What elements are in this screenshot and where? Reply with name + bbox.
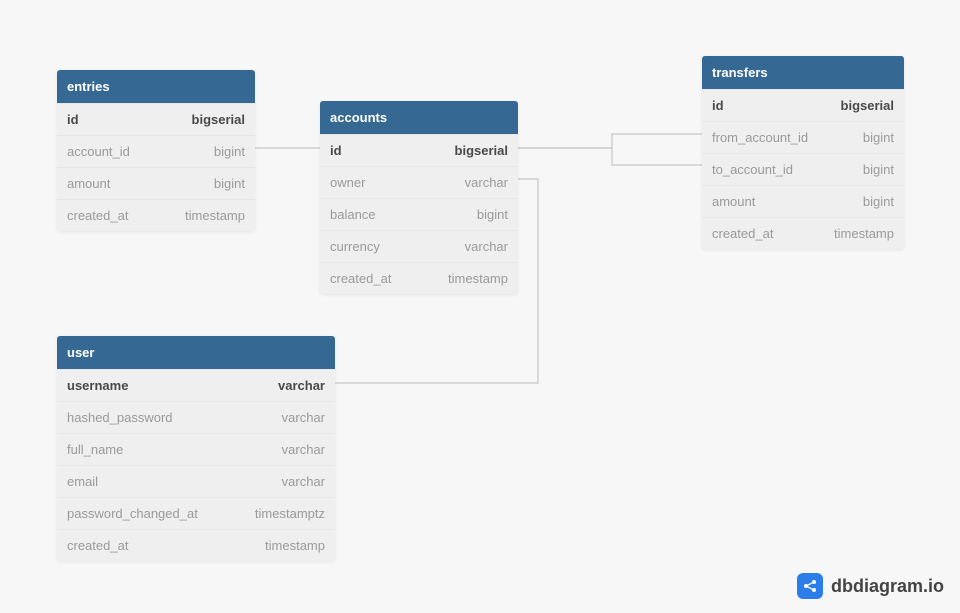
column-name: amount: [712, 194, 755, 209]
column-type: bigint: [863, 162, 894, 177]
column-type: timestamptz: [255, 506, 325, 521]
table-header[interactable]: user: [57, 336, 335, 369]
column-name: email: [67, 474, 98, 489]
column-name: balance: [330, 207, 376, 222]
column-type: timestamp: [834, 226, 894, 241]
column-name: id: [712, 98, 724, 113]
column-name: password_changed_at: [67, 506, 198, 521]
table-transfers[interactable]: transfersidbigserialfrom_account_idbigin…: [702, 56, 904, 249]
table-header[interactable]: accounts: [320, 101, 518, 134]
table-header[interactable]: transfers: [702, 56, 904, 89]
column-type: bigserial: [192, 112, 245, 127]
column-type: timestamp: [185, 208, 245, 223]
table-entries[interactable]: entriesidbigserialaccount_idbigintamount…: [57, 70, 255, 231]
column-row[interactable]: created_at timestamp: [320, 262, 518, 294]
column-type: timestamp: [448, 271, 508, 286]
table-accounts[interactable]: accounts id bigserial owner varchar balance bi…: [320, 101, 518, 294]
column-type: timestamp: [265, 538, 325, 553]
column-name: created_at: [67, 208, 128, 223]
column-name: username: [67, 378, 128, 393]
column-row[interactable]: owner varchar: [320, 166, 518, 198]
column-row[interactable]: id bigserial: [702, 89, 904, 121]
share-icon: [797, 573, 823, 599]
column-row[interactable]: from_account_id bigint: [702, 121, 904, 153]
column-type: bigserial: [455, 143, 508, 158]
branding-label: dbdiagram.io: [831, 576, 944, 597]
column-name: created_at: [712, 226, 773, 241]
column-row[interactable]: id bigserial: [320, 134, 518, 166]
column-row[interactable]: account_id bigint: [57, 135, 255, 167]
column-name: owner: [330, 175, 365, 190]
column-row[interactable]: id bigserial: [57, 103, 255, 135]
column-name: currency: [330, 239, 380, 254]
column-row[interactable]: amount bigint: [702, 185, 904, 217]
column-name: account_id: [67, 144, 130, 159]
column-type: varchar: [282, 410, 325, 425]
column-name: amount: [67, 176, 110, 191]
column-type: bigint: [477, 207, 508, 222]
column-row[interactable]: full_name varchar: [57, 433, 335, 465]
column-row[interactable]: username varchar: [57, 369, 335, 401]
column-name: created_at: [67, 538, 128, 553]
column-row[interactable]: created_at timestamp: [57, 199, 255, 231]
column-row[interactable]: hashed_password varchar: [57, 401, 335, 433]
column-row[interactable]: amount bigint: [57, 167, 255, 199]
column-row[interactable]: password_changed_at timestamptz: [57, 497, 335, 529]
column-name: full_name: [67, 442, 123, 457]
column-type: varchar: [465, 175, 508, 190]
column-row[interactable]: to_account_id bigint: [702, 153, 904, 185]
table-header[interactable]: entries: [57, 70, 255, 103]
table-user[interactable]: userusernamevarcharhashed_passwordvarcha…: [57, 336, 335, 561]
column-row[interactable]: created_at timestamp: [702, 217, 904, 249]
column-name: to_account_id: [712, 162, 793, 177]
column-type: varchar: [282, 474, 325, 489]
column-type: varchar: [282, 442, 325, 457]
column-type: bigint: [863, 130, 894, 145]
column-name: id: [67, 112, 79, 127]
column-row[interactable]: currency varchar: [320, 230, 518, 262]
column-name: from_account_id: [712, 130, 808, 145]
branding-watermark: dbdiagram.io: [797, 573, 944, 599]
column-type: bigserial: [841, 98, 894, 113]
column-type: varchar: [465, 239, 508, 254]
column-name: hashed_password: [67, 410, 173, 425]
column-row[interactable]: email varchar: [57, 465, 335, 497]
column-name: id: [330, 143, 342, 158]
column-row[interactable]: created_at timestamp: [57, 529, 335, 561]
column-row[interactable]: balance bigint: [320, 198, 518, 230]
column-type: bigint: [214, 144, 245, 159]
column-type: bigint: [863, 194, 894, 209]
column-type: bigint: [214, 176, 245, 191]
diagram-canvas[interactable]: entriesidbigserialaccount_idbigintamount…: [0, 0, 960, 613]
column-type: varchar: [278, 378, 325, 393]
column-name: created_at: [330, 271, 391, 286]
